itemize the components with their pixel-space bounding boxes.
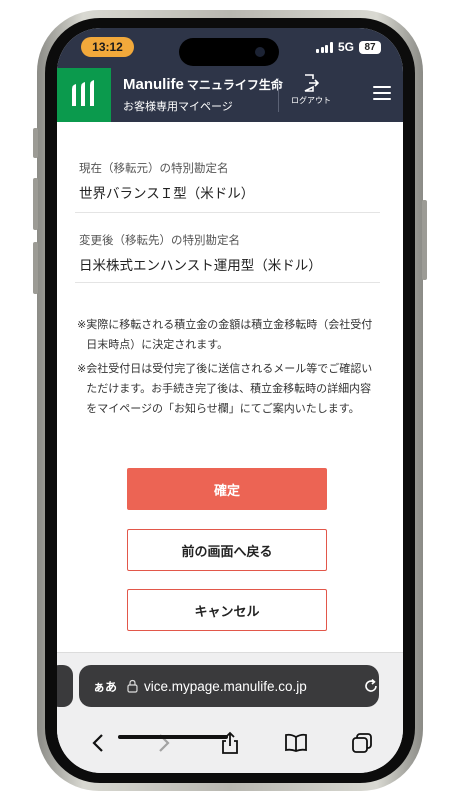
lock-icon: [127, 679, 138, 693]
brand: Manulife マニュライフ生命 お客様専用マイページ: [123, 76, 283, 114]
note-mark: ※: [77, 362, 87, 375]
back-arrow-icon[interactable]: [80, 728, 116, 758]
current-account-label: 現在（移転元）の特別勘定名: [79, 161, 229, 175]
new-account-label: 変更後（移転先）の特別勘定名: [79, 233, 240, 247]
phone-volume-up-button: [33, 178, 38, 230]
status-bar: 13:12 5G 87: [57, 28, 403, 68]
bookmarks-icon[interactable]: [278, 728, 314, 758]
notes: ※ 実際に移転される積立金の金額は積立金移転時（会社受付日末時点）に決定されます…: [77, 315, 377, 423]
status-indicators: 5G 87: [316, 40, 381, 54]
note-item: ※ 実際に移転される積立金の金額は積立金移転時（会社受付日末時点）に決定されます…: [77, 315, 377, 355]
back-button[interactable]: 前の画面へ戻る: [127, 529, 327, 571]
manulife-logo-icon[interactable]: [57, 68, 111, 122]
front-camera-icon: [255, 47, 265, 57]
new-account-field: 変更後（移転先）の特別勘定名 日米株式エンハンスト運用型（米ドル）: [75, 232, 322, 274]
logo-stripes-icon: [72, 80, 94, 106]
phone-volume-down-button: [33, 242, 38, 294]
logout-label: ログアウト: [291, 96, 331, 105]
status-time: 13:12: [81, 37, 134, 57]
network-type: 5G: [337, 40, 354, 54]
forward-arrow-icon[interactable]: [146, 728, 182, 758]
confirmation-card: 現在（移転元）の特別勘定名 世界バランスＩ型（米ドル） 変更後（移転先）の特別勘…: [75, 122, 380, 652]
reload-icon[interactable]: [363, 678, 379, 694]
text-size-button[interactable]: ぁあ: [93, 678, 117, 695]
brand-name: Manulife マニュライフ生命: [123, 76, 283, 93]
brand-name-jp: マニュライフ生命: [186, 78, 283, 92]
note-mark: ※: [77, 318, 87, 331]
current-account-value: 世界バランスＩ型（米ドル）: [79, 186, 255, 202]
phone-side-button: [33, 128, 38, 158]
new-account-value: 日米株式エンハンスト運用型（米ドル）: [79, 258, 322, 274]
share-icon[interactable]: [212, 728, 248, 758]
app-header: Manulife マニュライフ生命 お客様専用マイページ ログアウト: [57, 68, 403, 122]
hamburger-menu-icon[interactable]: [373, 86, 391, 102]
brand-name-en: Manulife: [123, 76, 184, 93]
address-bar[interactable]: ぁあ vice.mypage.manulife.co.jp: [79, 665, 379, 707]
tabs-icon[interactable]: [344, 728, 380, 758]
brand-subtitle: お客様専用マイページ: [123, 100, 233, 113]
confirm-button[interactable]: 確定: [127, 468, 327, 510]
logout-icon: [304, 74, 319, 92]
phone-power-button: [422, 200, 427, 280]
header-divider: [278, 78, 279, 112]
home-indicator[interactable]: [118, 735, 228, 739]
signal-icon: [316, 41, 333, 53]
current-account-field: 現在（移転元）の特別勘定名 世界バランスＩ型（米ドル）: [75, 160, 254, 202]
divider: [75, 212, 380, 213]
note-text: 会社受付日は受付完了後に送信されるメール等でご確認いただけます。お手続き完了後は…: [86, 362, 373, 415]
browser-nav: [57, 725, 403, 761]
dynamic-island: [179, 38, 279, 66]
main-content: 現在（移転元）の特別勘定名 世界バランスＩ型（米ドル） 変更後（移転先）の特別勘…: [57, 122, 403, 652]
battery-icon: 87: [359, 40, 381, 54]
phone-screen: 13:12 5G 87 Manulifeマニュライフ生命 お客様専用マイページ: [57, 28, 403, 773]
divider: [75, 282, 380, 283]
note-item: ※ 会社受付日は受付完了後に送信されるメール等でご確認いただけます。お手続き完了…: [77, 359, 377, 419]
logout-button[interactable]: ログアウト: [283, 74, 339, 118]
url-text[interactable]: vice.mypage.manulife.co.jp: [144, 679, 357, 694]
previous-tab-stub[interactable]: [57, 665, 73, 707]
browser-toolbar: ぁあ vice.mypage.manulife.co.jp: [57, 652, 403, 773]
note-text: 実際に移転される積立金の金額は積立金移転時（会社受付日末時点）に決定されます。: [86, 318, 373, 351]
cancel-button[interactable]: キャンセル: [127, 589, 327, 631]
